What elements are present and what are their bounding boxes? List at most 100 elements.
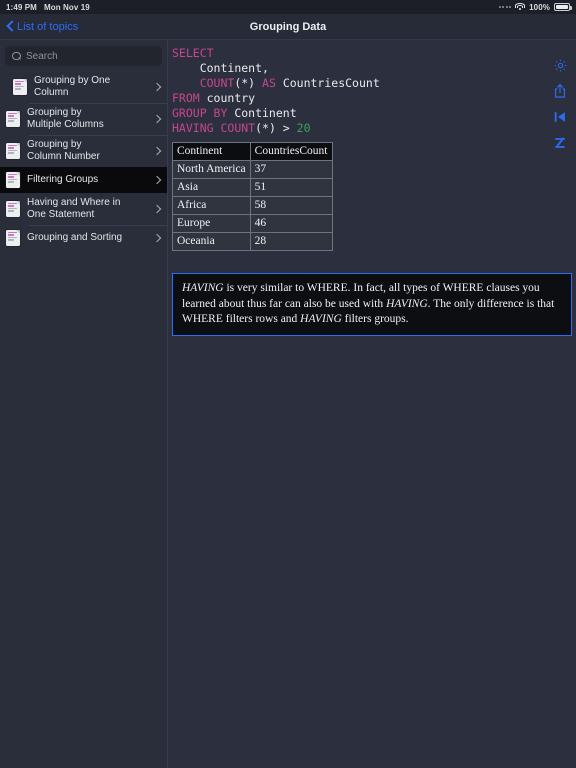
gear-icon[interactable] <box>544 52 576 78</box>
document-icon <box>6 172 20 188</box>
code-token: COUNT <box>199 76 235 90</box>
code-line: GROUP BY Continent <box>172 106 576 121</box>
result-table-body: North America 37 Asia 51 Africa 58 Europe 46 Oce… <box>172 160 333 251</box>
status-bar-right: 100% <box>498 2 572 12</box>
document-icon <box>6 111 20 127</box>
app-root: 1:49 PM Mon Nov 19 100% List of topics G… <box>0 0 576 768</box>
note-text: filters groups. <box>341 313 409 325</box>
chevron-right-icon <box>154 146 160 156</box>
battery-icon <box>554 3 572 11</box>
table-cell: 28 <box>249 232 333 251</box>
code-token: Continent <box>227 106 297 120</box>
code-line: COUNT(*) AS CountriesCount <box>172 76 576 91</box>
content-area: SELECT Continent, COUNT(*) AS CountriesC… <box>168 40 576 768</box>
sidebar-item-label: Grouping and Sorting <box>27 232 123 243</box>
search-placeholder: Search <box>26 50 58 62</box>
table-header-row: Continent CountriesCount <box>172 142 333 161</box>
code-token: Continent, <box>199 61 269 75</box>
list-divider <box>29 167 167 168</box>
sql-code-block: SELECT Continent, COUNT(*) AS CountriesC… <box>168 40 576 136</box>
status-date: Mon Nov 19 <box>43 2 90 12</box>
list-divider <box>29 135 167 136</box>
table-cell: 37 <box>249 160 333 179</box>
sidebar-item-grouping-by-multiple-columns[interactable]: Grouping by Multiple Columns <box>0 103 167 135</box>
code-token: AS <box>262 76 276 90</box>
chevron-right-icon <box>154 114 160 124</box>
main-layout: Search Grouping by One Column Grouping by… <box>0 40 576 768</box>
sidebar-item-label: Grouping by One Column <box>34 75 111 98</box>
code-line: HAVING COUNT(*) > 20 <box>172 121 576 136</box>
chevron-right-icon <box>154 82 160 92</box>
code-token: HAVING <box>172 121 214 135</box>
sidebar-item-filtering-groups[interactable]: Filtering Groups <box>0 167 167 193</box>
page-title: Grouping Data <box>249 20 327 33</box>
share-icon[interactable] <box>544 78 576 104</box>
note-emphasis: HAVING <box>182 282 224 294</box>
chevron-right-icon <box>154 175 160 185</box>
code-line: SELECT <box>172 46 576 61</box>
status-time: 1:49 PM <box>6 2 37 12</box>
code-token: GROUP BY <box>172 106 228 120</box>
result-table-head: Continent CountriesCount <box>172 142 333 161</box>
search-input[interactable]: Search <box>5 46 162 66</box>
document-icon <box>6 230 20 246</box>
chevron-left-icon <box>7 21 14 33</box>
document-icon <box>13 79 27 95</box>
sidebar: Search Grouping by One Column Grouping by… <box>0 40 168 768</box>
table-column-header: CountriesCount <box>249 142 333 161</box>
document-icon <box>6 143 20 159</box>
result-table-container: Continent CountriesCount North America 37 A… <box>168 136 576 251</box>
battery-percent: 100% <box>529 2 550 12</box>
tool-rail <box>544 40 576 156</box>
list-divider <box>29 103 167 104</box>
result-table: Continent CountriesCount North America 37 A… <box>172 142 333 251</box>
code-token: SELECT <box>172 46 214 60</box>
code-token: COUNT <box>220 121 256 135</box>
chevron-right-icon <box>154 204 160 214</box>
sidebar-item-grouping-by-one-column[interactable]: Grouping by One Column <box>0 71 167 103</box>
z-marker-icon[interactable] <box>544 130 576 156</box>
table-cell: 58 <box>249 196 333 215</box>
signal-dots-icon <box>498 6 512 8</box>
sidebar-item-having-and-where-in-one-statement[interactable]: Having and Where in One Statement <box>0 193 167 225</box>
list-divider <box>29 225 167 226</box>
back-button-label: List of topics <box>17 20 79 33</box>
table-cell: 51 <box>249 178 333 197</box>
table-cell: 46 <box>249 214 333 233</box>
code-token: country <box>199 91 256 105</box>
table-row: Europe 46 <box>172 214 333 233</box>
code-token: FROM <box>172 91 200 105</box>
code-token: (*) <box>234 76 263 90</box>
document-icon <box>6 201 20 217</box>
code-token: 20 <box>296 121 311 135</box>
table-cell: North America <box>172 160 251 179</box>
back-to-list-of-topics-button[interactable]: List of topics <box>0 21 78 33</box>
search-container: Search <box>0 40 167 71</box>
sidebar-item-label: Grouping by Column Number <box>27 139 100 162</box>
navigation-bar: List of topics Grouping Data <box>0 14 576 40</box>
table-row: North America 37 <box>172 160 333 179</box>
table-column-header: Continent <box>172 142 251 161</box>
sidebar-item-label: Filtering Groups <box>27 174 99 185</box>
sidebar-item-grouping-and-sorting[interactable]: Grouping and Sorting <box>0 225 167 251</box>
topic-list: Grouping by One Column Grouping by Multip… <box>0 71 167 768</box>
sidebar-item-label: Grouping by Multiple Columns <box>27 107 104 130</box>
skip-to-start-icon[interactable] <box>544 104 576 130</box>
code-line: FROM country <box>172 91 576 106</box>
sidebar-item-label: Having and Where in One Statement <box>27 197 121 220</box>
note-emphasis: HAVING <box>386 297 428 310</box>
list-divider <box>29 193 167 194</box>
status-bar-left: 1:49 PM Mon Nov 19 <box>6 3 90 12</box>
table-cell: Asia <box>172 178 251 197</box>
sidebar-item-grouping-by-column-number[interactable]: Grouping by Column Number <box>0 135 167 167</box>
chevron-right-icon <box>154 233 160 243</box>
table-row: Asia 51 <box>172 178 333 197</box>
code-token: CountriesCount <box>275 76 380 90</box>
search-icon <box>12 51 21 61</box>
wifi-icon <box>515 3 526 11</box>
table-row: Africa 58 <box>172 196 333 215</box>
note-emphasis: HAVING <box>300 313 342 325</box>
status-bar: 1:49 PM Mon Nov 19 100% <box>0 0 576 14</box>
table-row: Oceania 28 <box>172 232 333 251</box>
